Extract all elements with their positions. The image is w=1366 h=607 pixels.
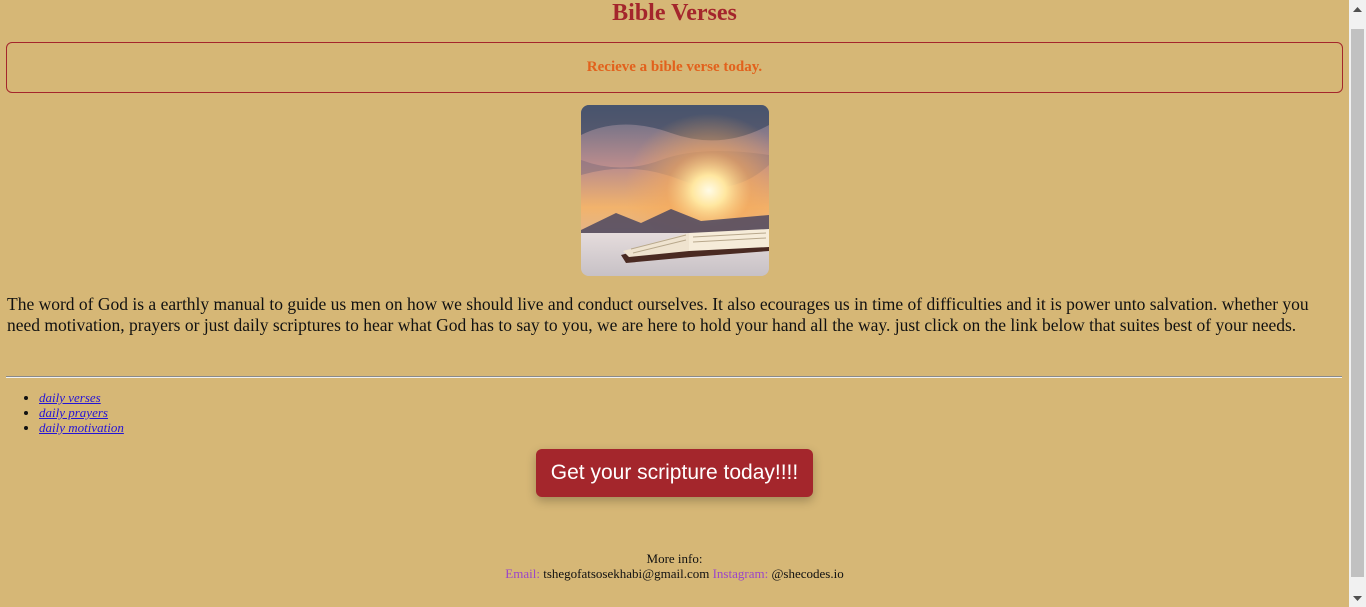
divider	[6, 376, 1342, 378]
more-info-label: More info:	[646, 551, 703, 566]
vertical-scrollbar[interactable]	[1349, 0, 1366, 607]
list-item: daily prayers	[39, 405, 124, 420]
footer: More info: Email: tshegofatsosekhabi@gma…	[0, 551, 1349, 581]
banner-text: Recieve a bible verse today.	[586, 59, 763, 75]
list-item: daily motivation	[39, 420, 124, 435]
banner: Recieve a bible verse today.	[6, 42, 1343, 93]
page: Bible Verses Recieve a bible verse today…	[0, 0, 1349, 607]
email-value: tshegofatsosekhabi@gmail.com	[543, 566, 710, 581]
scroll-up-icon[interactable]	[1349, 0, 1366, 17]
scroll-down-icon[interactable]	[1349, 590, 1366, 607]
link-daily-motivation[interactable]: daily motivation	[39, 420, 124, 435]
intro-paragraph: The word of God is a earthly manual to g…	[7, 294, 1309, 335]
scrollbar-thumb[interactable]	[1351, 29, 1364, 577]
instagram-value: @shecodes.io	[771, 566, 844, 581]
link-daily-prayers[interactable]: daily prayers	[39, 405, 108, 420]
list-item: daily verses	[39, 390, 124, 405]
open-bible-sunrise-image	[581, 105, 769, 276]
link-daily-verses[interactable]: daily verses	[39, 390, 101, 405]
email-label: Email:	[505, 566, 540, 581]
contact-line: Email: tshegofatsosekhabi@gmail.com Inst…	[0, 566, 1349, 581]
page-title: Bible Verses	[612, 0, 737, 26]
get-scripture-button[interactable]: Get your scripture today!!!!	[536, 449, 813, 497]
instagram-label: Instagram:	[712, 566, 769, 581]
link-list: daily verses daily prayers daily motivat…	[0, 390, 124, 435]
